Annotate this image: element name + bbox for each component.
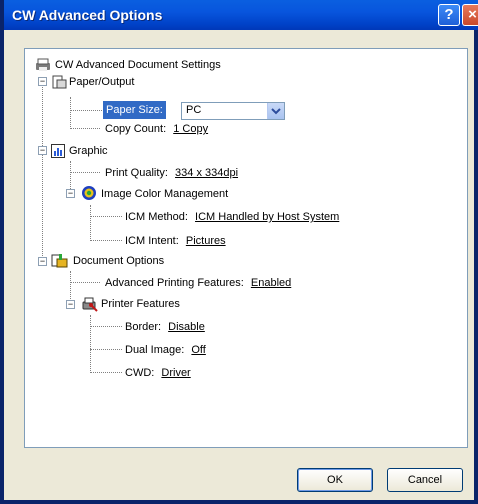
tree-node-root[interactable]: CW Advanced Document Settings bbox=[55, 56, 221, 74]
tree-node-icm-method[interactable]: ICM Method: ICM Handled by Host System bbox=[125, 208, 339, 226]
tree-line bbox=[42, 81, 43, 266]
close-button[interactable]: × bbox=[462, 4, 478, 26]
tree-line bbox=[90, 240, 122, 241]
help-icon: ? bbox=[444, 6, 454, 23]
tree-node-border[interactable]: Border: Disable bbox=[125, 318, 205, 336]
collapse-icon: − bbox=[39, 76, 46, 86]
expander-printer-features[interactable]: − bbox=[66, 300, 75, 309]
tree-line bbox=[70, 172, 100, 173]
tree-node-icm[interactable]: Image Color Management bbox=[101, 185, 228, 203]
chevron-down-icon bbox=[271, 108, 281, 115]
tree-node-printer-features[interactable]: Printer Features bbox=[101, 295, 180, 313]
document-options-icon bbox=[51, 254, 68, 268]
collapse-icon: − bbox=[67, 188, 74, 198]
tree-node-graphic[interactable]: Graphic bbox=[69, 142, 108, 160]
ok-button[interactable]: OK bbox=[297, 468, 373, 492]
paper-size-select[interactable]: PC bbox=[181, 102, 285, 120]
dropdown-button[interactable] bbox=[267, 103, 284, 119]
cwd-value[interactable]: Driver bbox=[161, 367, 190, 379]
dialog-window: CW Advanced Options ? × CW Advanced Docu… bbox=[0, 0, 478, 504]
border-value[interactable]: Disable bbox=[168, 321, 205, 333]
copy-count-value[interactable]: 1 Copy bbox=[173, 123, 208, 135]
print-quality-value[interactable]: 334 x 334dpi bbox=[175, 167, 238, 179]
expander-paper-output[interactable]: − bbox=[38, 77, 47, 86]
tree-node-copy-count[interactable]: Copy Count: 1 Copy bbox=[105, 120, 208, 138]
paper-size-value: PC bbox=[186, 104, 202, 116]
help-button[interactable]: ? bbox=[438, 4, 460, 26]
advanced-printing-value[interactable]: Enabled bbox=[251, 277, 291, 289]
tree-line bbox=[90, 315, 91, 373]
tree-line bbox=[70, 128, 100, 129]
close-icon: × bbox=[468, 6, 477, 23]
collapse-icon: − bbox=[39, 256, 46, 266]
tree-line bbox=[90, 349, 122, 350]
dual-image-value[interactable]: Off bbox=[191, 344, 205, 356]
tree-node-paper-output[interactable]: Paper/Output bbox=[69, 73, 134, 91]
collapse-icon: − bbox=[67, 299, 74, 309]
tree-node-advanced-printing[interactable]: Advanced Printing Features: Enabled bbox=[105, 274, 291, 292]
icm-method-value[interactable]: ICM Handled by Host System bbox=[195, 211, 339, 223]
title-bar[interactable]: CW Advanced Options ? × bbox=[4, 0, 478, 30]
tree-line bbox=[90, 205, 91, 241]
tree-node-icm-intent[interactable]: ICM Intent: Pictures bbox=[125, 232, 226, 250]
tree-line bbox=[90, 216, 122, 217]
paper-output-icon bbox=[52, 75, 67, 89]
cancel-button[interactable]: Cancel bbox=[387, 468, 463, 492]
settings-tree[interactable]: CW Advanced Document Settings − Paper/Ou… bbox=[24, 48, 468, 448]
printer-features-icon bbox=[82, 297, 98, 312]
tree-line bbox=[70, 282, 100, 283]
tree-node-cwd[interactable]: CWD: Driver bbox=[125, 364, 191, 382]
paper-size-label: Paper Size: bbox=[103, 101, 166, 119]
tree-node-dual-image[interactable]: Dual Image: Off bbox=[125, 341, 206, 359]
window-title: CW Advanced Options bbox=[12, 7, 163, 23]
printer-icon bbox=[36, 58, 50, 71]
tree-node-print-quality[interactable]: Print Quality: 334 x 334dpi bbox=[105, 164, 238, 182]
collapse-icon: − bbox=[39, 145, 46, 155]
tree-node-paper-size[interactable]: Paper Size: bbox=[103, 101, 166, 119]
tree-line bbox=[90, 326, 122, 327]
graphic-icon bbox=[51, 144, 65, 158]
icm-intent-value[interactable]: Pictures bbox=[186, 235, 226, 247]
expander-icm[interactable]: − bbox=[66, 189, 75, 198]
tree-line bbox=[90, 372, 122, 373]
color-management-icon bbox=[82, 186, 96, 200]
tree-line bbox=[70, 97, 71, 127]
expander-document-options[interactable]: − bbox=[38, 257, 47, 266]
expander-graphic[interactable]: − bbox=[38, 146, 47, 155]
tree-node-document-options[interactable]: Document Options bbox=[73, 252, 164, 270]
